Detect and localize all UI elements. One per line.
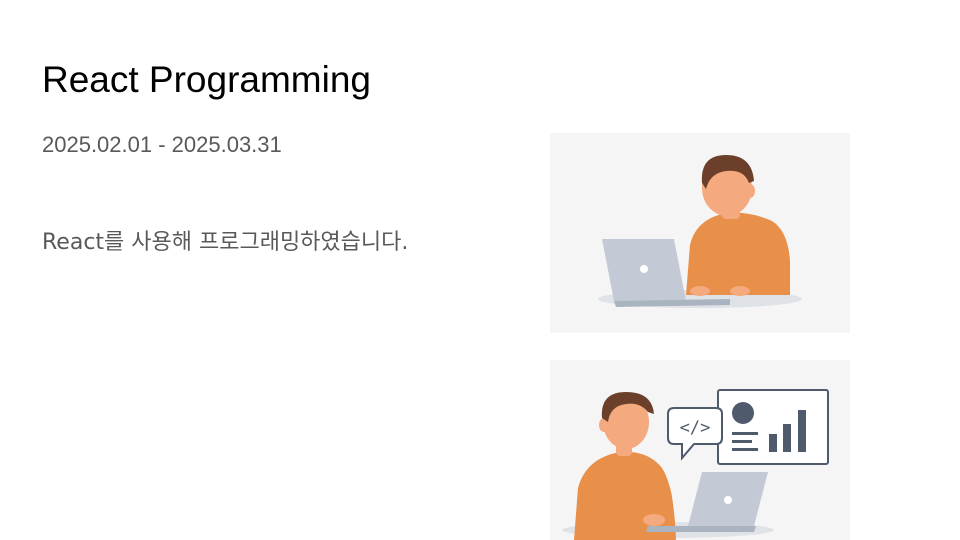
code-icon: </> xyxy=(680,418,711,438)
slide-title: React Programming xyxy=(42,59,372,100)
illustration-developer-code: </> xyxy=(550,360,850,540)
hand-right xyxy=(730,286,750,296)
chart-circle-icon xyxy=(732,402,754,424)
slide: React Programming 2025.02.01 - 2025.03.3… xyxy=(0,0,960,540)
laptop-base xyxy=(646,526,756,532)
description: React를 사용해 프로그래밍하였습니다. xyxy=(42,230,409,255)
apple-logo xyxy=(724,496,732,504)
ear xyxy=(745,184,755,198)
chart-panel xyxy=(717,389,829,465)
illustration-person-laptop xyxy=(550,133,850,333)
hand xyxy=(643,514,665,526)
hand xyxy=(690,286,710,296)
date-range: 2025.02.01 - 2025.03.31 xyxy=(42,132,282,157)
bar-chart-icon xyxy=(769,434,777,452)
apple-logo xyxy=(640,265,648,273)
